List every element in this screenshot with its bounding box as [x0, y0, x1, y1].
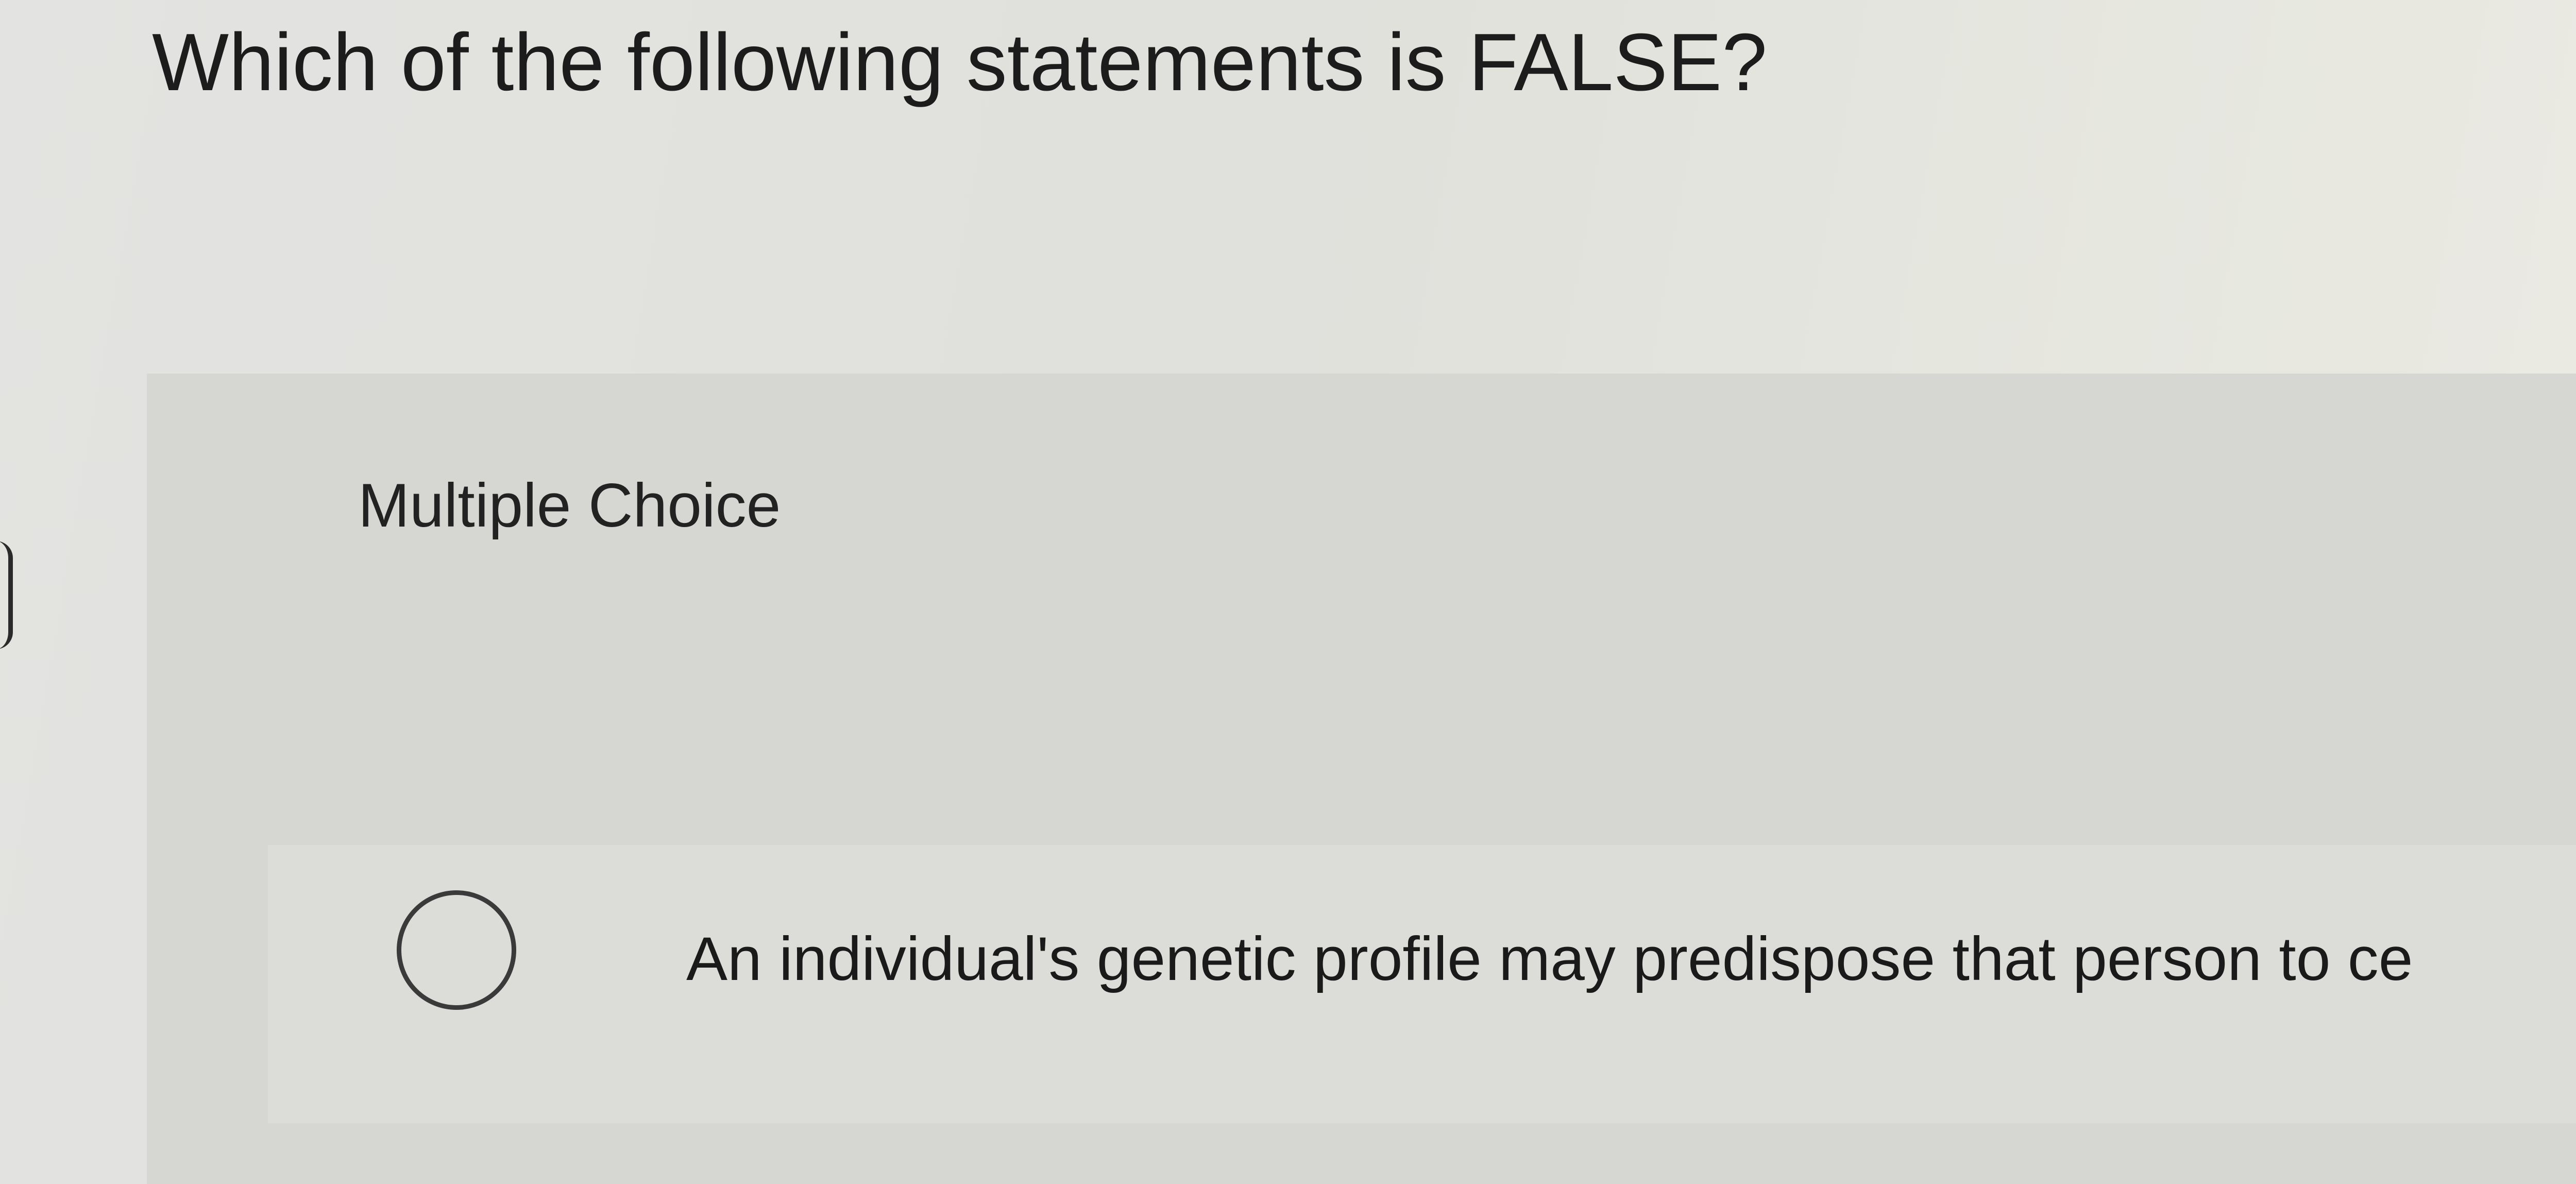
- answer-option-1[interactable]: An individual's genetic profile may pred…: [268, 845, 2576, 1123]
- left-edge-bracket: [0, 541, 13, 649]
- radio-button[interactable]: [397, 890, 516, 1010]
- multiple-choice-label: Multiple Choice: [358, 471, 781, 540]
- question-prompt: Which of the following statements is FAL…: [152, 17, 1768, 108]
- answer-option-text: An individual's genetic profile may pred…: [686, 924, 2413, 993]
